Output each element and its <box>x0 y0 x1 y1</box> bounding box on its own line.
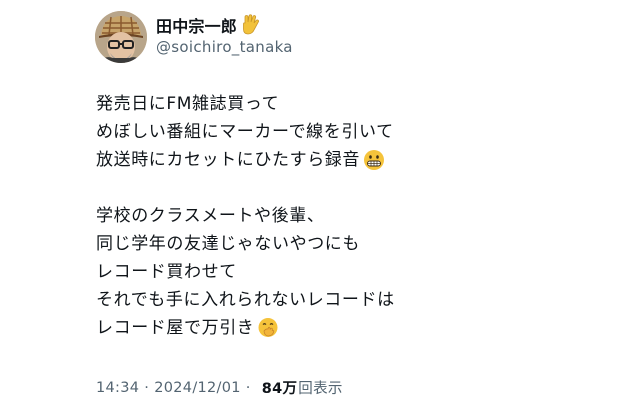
tweet-line: 学校のクラスメートや後輩、 <box>96 206 325 226</box>
meta-separator: · <box>144 379 150 396</box>
meta-separator: · <box>245 379 251 396</box>
tweet-text: 発売日にFM雑誌買って めぼしい番組にマーカーで線を引いて 放送時にカセットにひ… <box>96 90 536 342</box>
tweet-line: 同じ学年の友達じゃないやつにも <box>96 234 360 254</box>
author-display-name[interactable]: 田中宗一郎 <box>156 13 237 37</box>
author-name-row[interactable]: 田中宗一郎 <box>156 12 261 38</box>
tweet-date[interactable]: 2024/12/01 <box>154 380 241 396</box>
tweet-line: それでも手に入れられないレコードは <box>96 290 395 310</box>
tweet-meta: 14:34 · 2024/12/01 · 84万 回表示 <box>96 377 343 398</box>
tweet-line: レコード屋で万引き <box>96 314 536 342</box>
tweet-card: 田中宗一郎 @soichiro_tanaka 発売日にFM雑誌買って めぼしい番… <box>0 0 620 413</box>
tweet-line: めぼしい番組にマーカーで線を引いて <box>96 122 394 142</box>
face-with-hand-over-mouth-icon <box>257 317 279 339</box>
tweet-line: レコード買わせて <box>96 262 237 282</box>
tweet-time[interactable]: 14:34 <box>96 380 139 396</box>
tweet-line: 発売日にFM雑誌買って <box>96 94 280 114</box>
view-count-label: 回表示 <box>298 381 343 397</box>
grimacing-face-icon <box>363 149 385 171</box>
tweet-line: 放送時にカセットにひたすら録音 <box>96 146 536 174</box>
avatar[interactable] <box>95 11 147 63</box>
author-handle[interactable]: @soichiro_tanaka <box>156 38 293 56</box>
vulcan-salute-hand-icon <box>241 14 261 36</box>
view-count: 84万 <box>261 381 298 397</box>
